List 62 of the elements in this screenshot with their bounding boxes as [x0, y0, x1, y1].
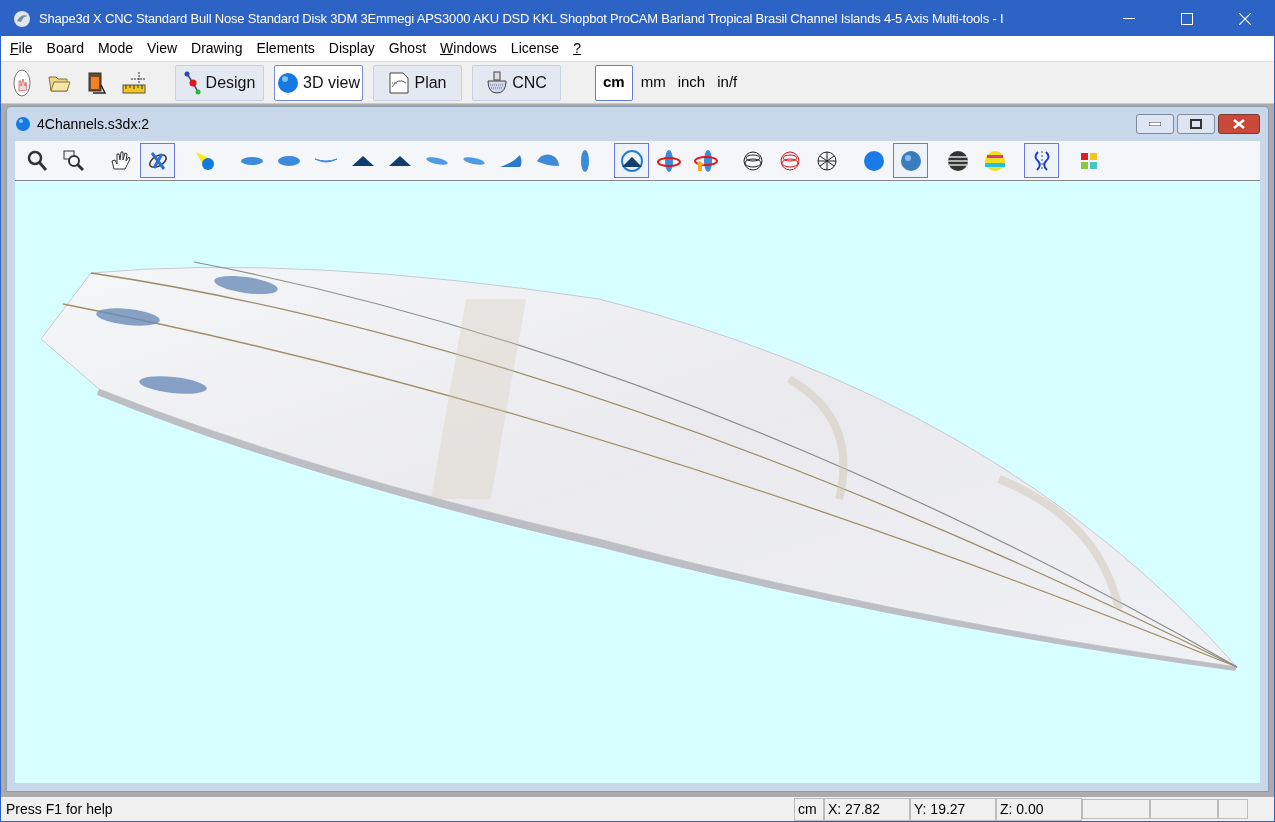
cnc-head-icon	[486, 70, 509, 95]
wire-sphere-icon	[777, 148, 802, 173]
spin-view-icon	[619, 148, 644, 173]
menu-item[interactable]: View	[146, 38, 178, 59]
minimize-icon	[1149, 122, 1161, 126]
mode-button[interactable]: Design	[175, 64, 264, 101]
close-icon	[1239, 12, 1251, 25]
unit-button[interactable]: cm	[595, 64, 633, 101]
restore-icon	[1190, 119, 1202, 129]
mode-button[interactable]: 3D view	[274, 64, 363, 101]
app-logo-icon	[13, 9, 31, 28]
menu-item[interactable]: File	[10, 38, 33, 59]
status-z: Z: 0.00	[996, 797, 1082, 821]
menu-item[interactable]: Elements	[256, 38, 315, 59]
unit-button[interactable]: inch	[673, 64, 710, 101]
textured-sphere-icon	[898, 148, 923, 173]
close-button[interactable]	[1218, 114, 1260, 134]
wire-sphere-icon	[740, 148, 765, 173]
close-icon	[1233, 119, 1245, 129]
vertical-board-icon	[579, 148, 590, 173]
plan-sheet-icon	[388, 70, 411, 95]
mode-button[interactable]: Plan	[373, 64, 462, 101]
rotate-arrow-icon	[693, 148, 718, 173]
menu-item[interactable]: Windows	[440, 38, 497, 59]
restore-button[interactable]	[1177, 114, 1215, 134]
menu-item[interactable]: Drawing	[191, 38, 243, 59]
view-tool-button[interactable]	[140, 143, 175, 178]
ruler-icon[interactable]	[121, 69, 147, 96]
menu-item[interactable]: Mode	[97, 38, 133, 59]
status-pane	[1082, 799, 1150, 819]
minimize-icon	[1123, 17, 1135, 20]
node-curve-icon	[183, 70, 202, 95]
window-title: Shape3d X CNC Standard Bull Nose Standard Disk 3DM 3Emmegi APS3000 AKU DSD KKL Shopbot ProCAM Barland Tropical Brasil Channel Islands 4-5 Axis Multi-tools - I	[39, 9, 1004, 28]
rainbow-sphere-icon	[982, 148, 1007, 173]
menu-item[interactable]: License	[510, 38, 560, 59]
view-tool-button[interactable]	[1024, 143, 1059, 178]
export-icon[interactable]	[85, 70, 107, 95]
document-title: 4Channels.s3dx:2	[37, 114, 151, 134]
flat-board-icon	[239, 155, 264, 166]
sphere-icon	[15, 116, 31, 132]
unit-button[interactable]: in/f	[713, 64, 742, 101]
mode-button[interactable]: CNC	[472, 64, 561, 101]
zoom-window-icon	[61, 148, 86, 173]
sphere-icon	[861, 148, 886, 173]
curved-board-icon	[313, 156, 338, 165]
menu-item[interactable]: Display	[328, 38, 375, 59]
maximize-icon	[1181, 12, 1193, 25]
hand-icon	[108, 148, 133, 173]
sphere-icon	[277, 71, 300, 94]
rotate-icon	[656, 148, 681, 173]
board-hand-icon[interactable]	[11, 68, 33, 97]
status-unit: cm	[794, 797, 824, 821]
unit-button[interactable]: mm	[636, 64, 670, 101]
view-tool-button[interactable]	[614, 143, 649, 178]
menu-item[interactable]: Ghost	[388, 38, 427, 59]
status-y: Y: 19.27	[910, 797, 996, 821]
striped-sphere-icon	[945, 148, 970, 173]
menu-item[interactable]: Board	[46, 38, 84, 59]
status-x: X: 27.82	[824, 797, 910, 821]
status-help-text: Press F1 for help	[5, 799, 114, 819]
mesh-sphere-icon	[814, 148, 839, 173]
menu-item[interactable]: ?	[573, 38, 581, 59]
